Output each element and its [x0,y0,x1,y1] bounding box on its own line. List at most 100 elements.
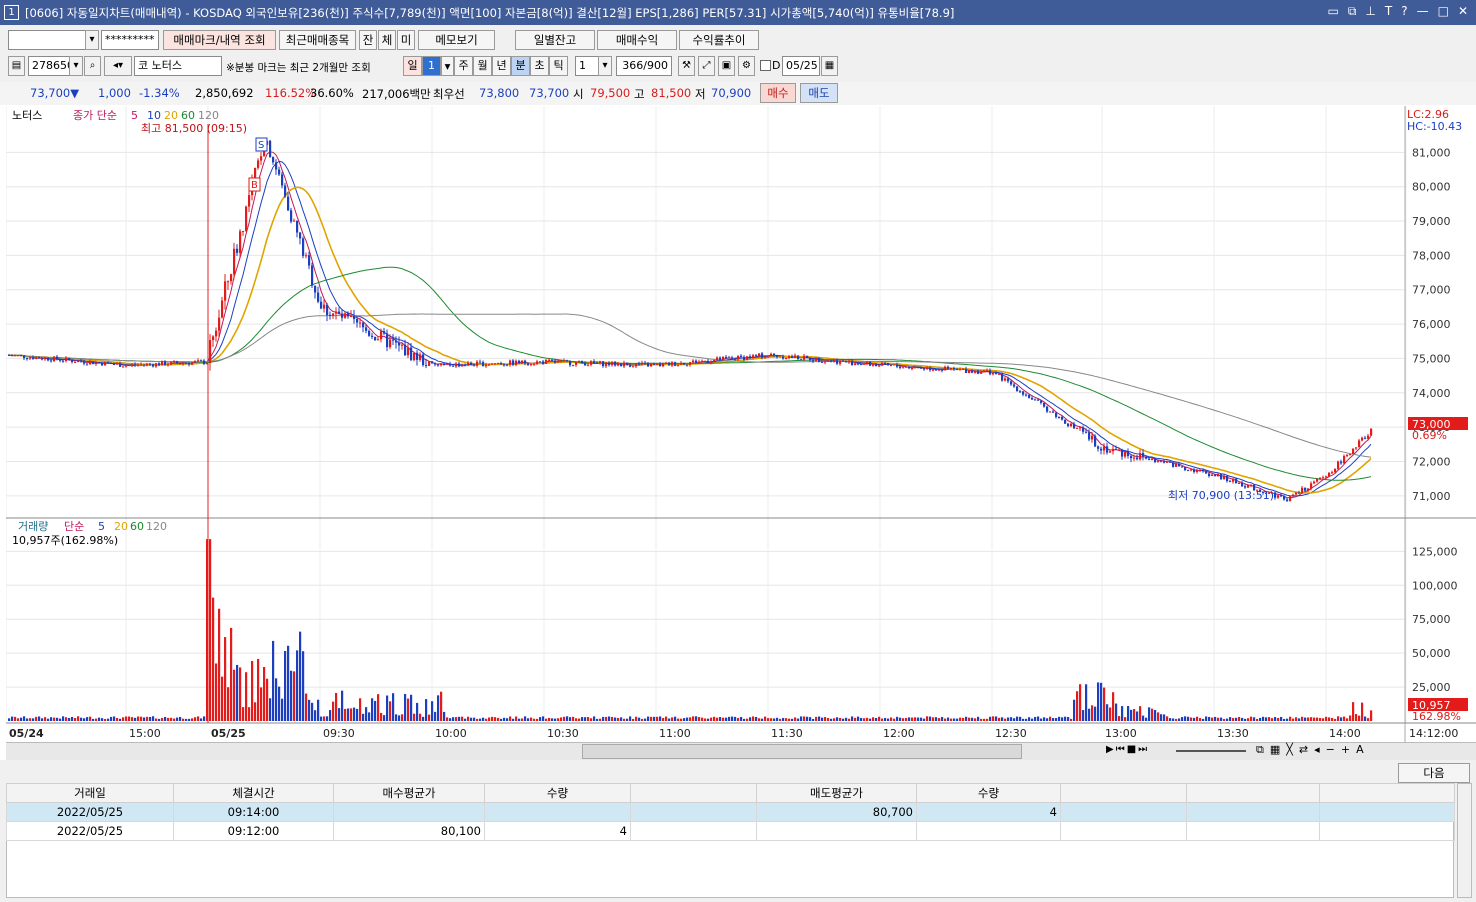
sell-button[interactable]: 매도 [800,83,838,103]
font-icon[interactable]: A [1356,743,1364,757]
gear-icon[interactable]: ⚙ [738,56,755,76]
help-icon[interactable]: ? [1401,4,1407,19]
interval-dropdown-icon[interactable]: ▾ [598,56,612,76]
candle [11,355,14,357]
count-field[interactable]: 366/900 [616,56,672,76]
recent-trade-button[interactable]: 최근매매종목 [279,30,356,50]
column-header[interactable] [1186,783,1320,803]
left-icon[interactable]: ◂ [1314,743,1320,757]
sound-icon[interactable]: ◂▾ [104,56,132,76]
volume-bar [248,707,251,721]
line-icon[interactable]: ╳ [1286,743,1293,757]
yield-trend-button[interactable]: 수익률추이 [679,30,759,50]
column-header[interactable] [1060,783,1187,803]
period-tab-4[interactable]: 년 [492,56,511,76]
che-button[interactable]: 체 [378,30,396,50]
volume-bar [1133,709,1136,721]
table-row[interactable]: 2022/05/25 09:14:00 80,700 4 [6,802,1455,822]
interval-input[interactable]: 1 [575,56,599,76]
table-scrollbar[interactable] [1457,783,1472,898]
zoom-icon[interactable]: ⤢ [698,56,715,76]
column-header[interactable]: 거래일 [6,783,174,803]
forward-icon[interactable]: ⏭ [1138,744,1147,755]
volume-bar [245,672,248,721]
table-row[interactable]: 2022/05/25 09:12:00 80,100 4 [6,821,1455,841]
volume-bar [482,717,485,721]
chart-tool-icon[interactable]: ⚒ [678,56,695,76]
calendar-icon[interactable]: ▦ [821,56,838,76]
candle [467,362,470,366]
mi-button[interactable]: 미 [397,30,415,50]
period-tab-3[interactable]: 월 [473,56,492,76]
zoom-out-icon[interactable]: − [1326,743,1335,757]
rewind-icon[interactable]: ⏮ [1116,744,1125,755]
volume-ratio: 116.52% [265,86,317,100]
date-checkbox[interactable] [760,60,771,71]
save-icon[interactable]: ▣ [718,56,735,76]
volume-bar [437,695,440,721]
volume-bar [794,717,797,721]
volume-bar [857,716,860,721]
period-tab-2[interactable]: 주 [454,56,473,76]
column-header[interactable]: 매도평균가 [756,783,917,803]
column-header[interactable] [630,783,757,803]
settings-icon[interactable]: ▤ [8,56,25,76]
time-tick: 12:30 [995,727,1027,740]
trade-profit-button[interactable]: 매매수익 [597,30,677,50]
layout-icon[interactable]: ⧉ [1256,743,1264,757]
pin-icon[interactable]: ⊥ [1365,4,1375,19]
code-dropdown-icon[interactable]: ▾ [69,56,83,76]
candle [605,362,608,367]
font-icon[interactable]: T [1385,4,1392,19]
candle [1364,437,1367,439]
search-icon[interactable]: ⌕ [84,56,101,76]
account-input[interactable] [8,30,86,50]
price-chart[interactable]: 81,000 80,000 79,000 78,000 77,000 76,000 75,0… [6,106,1476,744]
column-header[interactable]: 수량 [916,783,1061,803]
candle [1163,461,1166,463]
restore-icon[interactable]: ▭ [1328,4,1339,19]
period-tab-7[interactable]: 틱 [549,56,568,76]
column-header[interactable]: 매수평균가 [333,783,485,803]
period-dropdown-icon[interactable]: ▾ [441,56,454,76]
buy-button[interactable]: 매수 [760,83,796,103]
next-button[interactable]: 다음 [1398,763,1470,783]
column-header[interactable] [1319,783,1455,803]
candle [269,140,272,157]
code-input[interactable]: 278650 [28,56,74,76]
period-tab-5[interactable]: 분 [511,56,530,76]
close-icon[interactable]: ✕ [1458,4,1468,19]
maximize-icon[interactable]: □ [1438,4,1449,19]
column-header[interactable]: 체결시간 [173,783,334,803]
account-dropdown-icon[interactable]: ▾ [85,30,99,50]
volume-bar [134,717,137,721]
volume-bar [1319,717,1322,721]
period-tab-0[interactable]: 일 [403,56,422,76]
password-input[interactable]: ********* [101,30,159,50]
zoom-in-icon[interactable]: + [1341,743,1350,757]
jan-button[interactable]: 잔 [359,30,377,50]
period-tab-6[interactable]: 초 [530,56,549,76]
candle [404,344,407,356]
memo-button[interactable]: 메모보기 [418,30,495,50]
compare-icon[interactable]: ⇄ [1299,743,1308,757]
daily-balance-button[interactable]: 일별잔고 [515,30,595,50]
stock-name-field[interactable]: 코 노터스 [134,56,222,76]
volume-bar [305,693,308,721]
zoom-slider[interactable] [1176,750,1246,752]
period-tab-1[interactable]: 1 [422,56,441,76]
volume-bar [854,717,857,721]
trade-mark-button[interactable]: 매매마크/내역 조회 [163,30,276,50]
column-header[interactable]: 수량 [484,783,631,803]
volume-bar [1346,718,1349,721]
play-icon[interactable]: ▶ [1106,744,1114,755]
grid-icon[interactable]: ▦ [1270,743,1280,757]
minimize-icon[interactable]: — [1417,4,1429,19]
volume-bar [803,716,806,721]
chart-scrollbar-thumb[interactable] [582,744,1022,759]
copy-icon[interactable]: ⧉ [1348,4,1357,19]
volume-bar [665,716,668,721]
candle [1016,386,1019,392]
stop-icon[interactable]: ■ [1127,744,1136,755]
date-input[interactable]: 05/25 [782,56,820,76]
